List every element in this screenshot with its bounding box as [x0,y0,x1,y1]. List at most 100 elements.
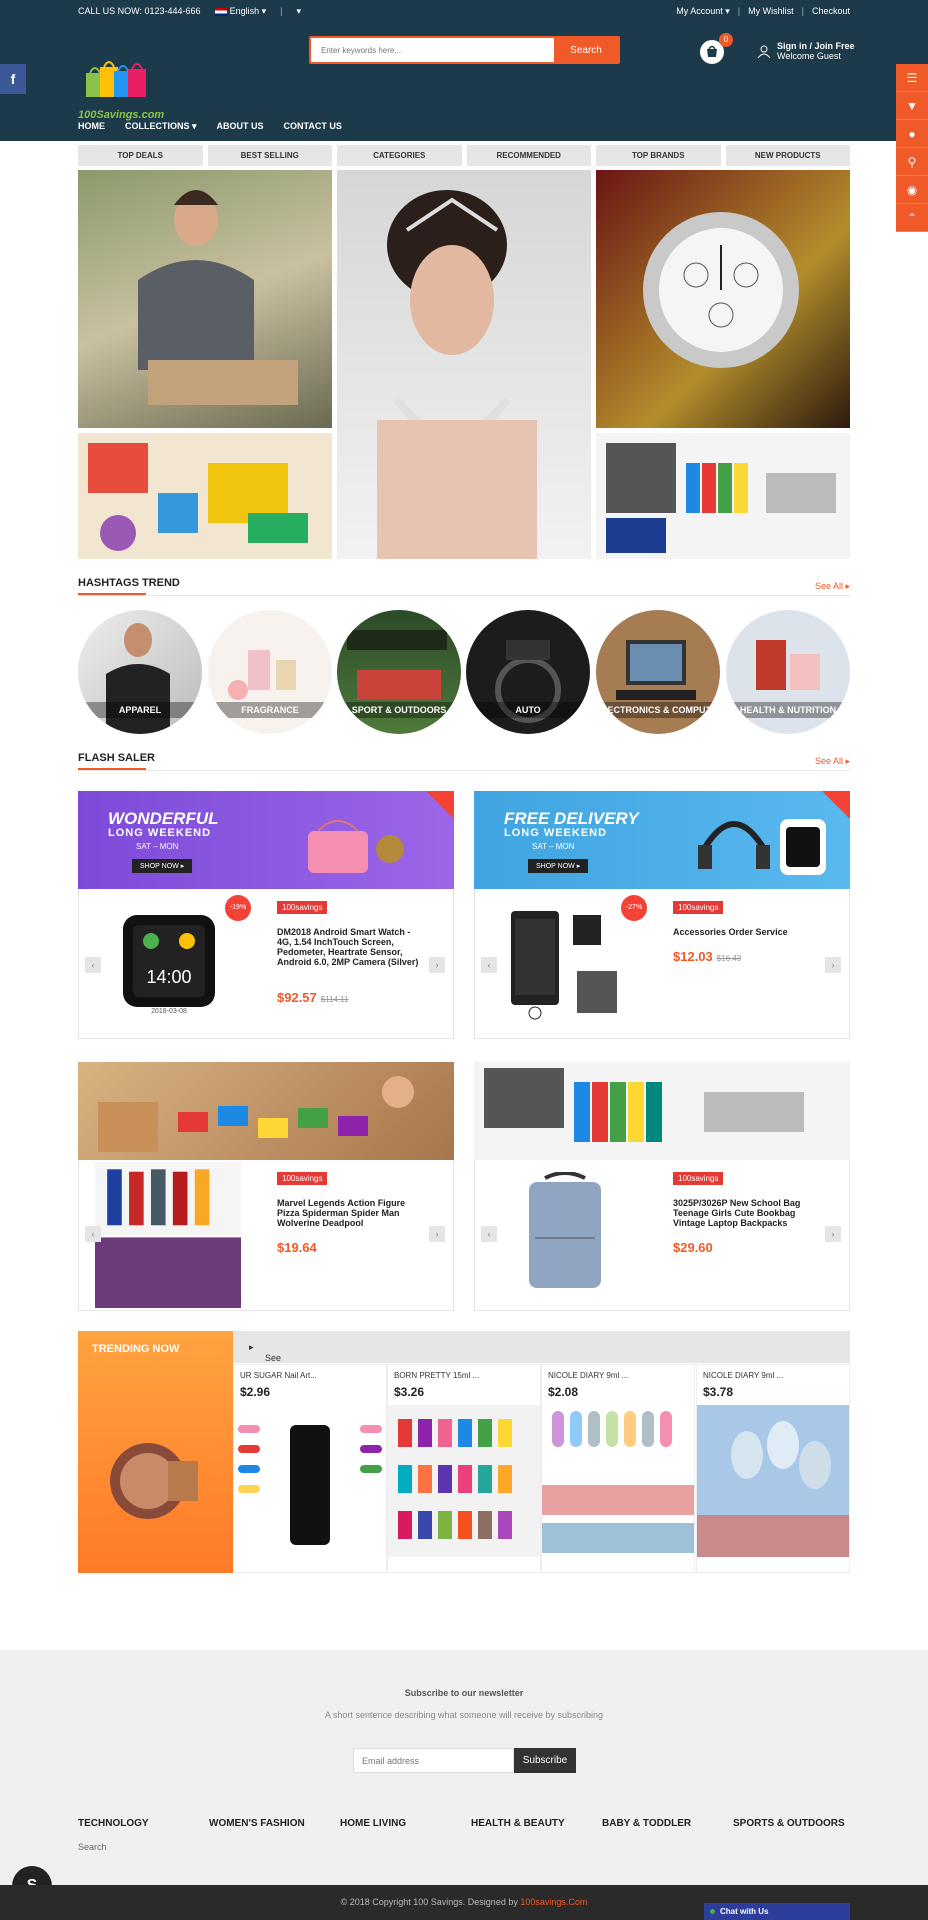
prev-arrow-icon[interactable]: ‹ [481,1226,497,1242]
user-icon[interactable]: ● [896,120,928,148]
phone-accessories-image [511,911,617,1020]
product-card-marvel[interactable]: 100savings Marvel Legends Action Figure … [78,1160,454,1311]
hashtag-label: APPAREL [78,702,202,718]
search-button[interactable]: Search [554,38,618,62]
trending-product-price: $2.96 [240,1385,271,1399]
hashtag-electronics-computers[interactable]: ELECTRONICS & COMPUTERS [596,610,720,734]
tab-top-brands[interactable]: TOP BRANDS [596,145,721,166]
tab-categories[interactable]: CATEGORIES [337,145,462,166]
subscribe-button[interactable]: Subscribe [514,1748,576,1773]
hashtag-health-nutrition[interactable]: HEALTH & NUTRITION [726,610,850,734]
product-card-smartwatch[interactable]: 14:00 2018-03-08 -19% 100savings DM2018 A… [78,889,454,1039]
nav-collections[interactable]: COLLECTIONS ▾ [125,121,197,132]
my-wishlist-link[interactable]: My Wishlist [748,6,794,17]
prev-arrow-icon[interactable]: ‹ [85,1226,101,1242]
product-price: $19.64 [277,1240,317,1255]
see-all-label: See All [814,581,843,591]
search-icon[interactable]: ⚲ [896,148,928,176]
banner-watches[interactable] [596,170,850,428]
trending-now-panel[interactable]: TRENDING NOW [78,1331,233,1573]
hashtags-see-all-link[interactable]: See All ▸ [815,581,850,592]
promo-office[interactable] [474,1062,850,1160]
currency-selector[interactable]: ▾ [296,6,301,17]
hashtag-label: ELECTRONICS & COMPUTERS [596,702,720,718]
product-name[interactable]: Accessories Order Service [673,927,823,937]
promo-title: WONDERFUL [108,809,219,828]
price-value: $92.57 [277,990,317,1005]
footer-col-womens-fashion[interactable]: WOMEN'S FASHION [209,1818,340,1829]
tab-recommended[interactable]: RECOMMENDED [466,145,591,166]
product-name[interactable]: DM2018 Android Smart Watch - 4G, 1.54 In… [277,927,427,967]
prev-arrow-icon[interactable]: ‹ [481,957,497,973]
next-arrow-icon[interactable]: › [825,1226,841,1242]
trending-product-card[interactable]: BORN PRETTY 15ml ... $3.26 [387,1364,541,1573]
banner-jewelry[interactable] [337,170,591,559]
cart-icon[interactable]: ▼ [896,92,928,120]
flash-badge-icon [426,791,454,819]
email-field[interactable] [353,1748,514,1773]
product-card-accessories[interactable]: -27% 100savings Accessories Order Servic… [474,889,850,1039]
next-arrow-icon[interactable]: › [429,1226,445,1242]
headphones-smartwatch-image [698,819,826,875]
product-card-backpack[interactable]: 100savings 3025P/3026P New School Bag Te… [474,1160,850,1311]
old-price: $16.43 [716,954,742,963]
shop-now-button[interactable]: SHOP NOW ▸ [528,859,589,873]
search-input[interactable] [311,38,554,62]
nav-about-us[interactable]: ABOUT US [217,121,264,132]
product-name[interactable]: 3025P/3026P New School Bag Teenage Girls… [673,1198,823,1228]
nav-contact-us[interactable]: CONTACT US [284,121,342,132]
trending-product-card[interactable]: NICOLE DIARY 9ml ... $3.78 [696,1364,850,1573]
trending-header-bar: See All ▸ [233,1331,850,1373]
footer-col-sports-outdoors[interactable]: SPORTS & OUTDOORS [733,1818,864,1829]
prev-arrow-icon[interactable]: ‹ [85,957,101,973]
flash-see-all-link[interactable]: See All ▸ [815,756,850,767]
product-name[interactable]: Marvel Legends Action Figure Pizza Spide… [277,1198,427,1228]
footer-col-health-beauty[interactable]: HEALTH & BEAUTY [471,1818,602,1829]
hashtag-apparel[interactable]: APPAREL [78,610,202,734]
promo-toys[interactable] [78,1062,454,1160]
main-nav: HOME COLLECTIONS ▾ ABOUT US CONTACT US [78,121,342,132]
promo-wonderful-weekend[interactable]: WONDERFUL LONG WEEKEND SAT – MON SHOP NO… [78,791,454,889]
promo-free-delivery[interactable]: FREE DELIVERY LONG WEEKEND SAT – MON SHO… [474,791,850,889]
tab-best-selling[interactable]: BEST SELLING [207,145,332,166]
shop-now-button[interactable]: SHOP NOW ▸ [132,859,193,873]
hashtag-sport-outdoors[interactable]: SPORT & OUTDOORS [337,610,461,734]
footer-search-link[interactable]: Search [78,1842,107,1852]
divider [78,595,850,596]
banner-menswear[interactable] [78,170,332,428]
my-account-link[interactable]: My Account ▾ [676,6,730,17]
banner-toys[interactable] [78,433,332,559]
site-logo[interactable]: 100Savings.com [78,59,168,123]
hashtag-fragrance[interactable]: FRAGRANCE [208,610,332,734]
checkout-link[interactable]: Checkout [812,6,850,17]
chat-with-us-button[interactable]: Chat with Us [704,1903,850,1920]
account-area[interactable]: Sign in / Join Free Welcome Guest [777,41,855,61]
eye-icon[interactable]: ◉ [896,176,928,204]
designer-link[interactable]: 100savings.Com [520,1897,587,1907]
banner-office[interactable] [596,433,850,559]
footer-col-technology[interactable]: TECHNOLOGY [78,1818,209,1829]
tab-top-deals[interactable]: TOP DEALS [78,145,203,166]
trending-see-all-link[interactable]: See All ▸ [249,1342,281,1373]
footer-col-home-living[interactable]: HOME LIVING [340,1818,471,1829]
trending-product-card[interactable]: NICOLE DIARY 9ml ... $2.08 [541,1364,695,1573]
facebook-button[interactable]: f [0,64,26,94]
promo-subtitle: LONG WEEKEND [108,827,212,839]
trending-product-card[interactable]: UR SUGAR Nail Art... $2.96 [233,1364,387,1573]
scroll-top-icon[interactable]: ⌃ [896,204,928,232]
footer-col-baby-toddler[interactable]: BABY & TODDLER [602,1818,733,1829]
next-arrow-icon[interactable]: › [825,957,841,973]
jewelry-model-image [377,190,537,559]
price-value: $19.64 [277,1240,317,1255]
nav-home[interactable]: HOME [78,121,105,132]
man-sitting-image [138,190,298,405]
top-bar: CALL US NOW: 0123-444-666 English ▾ | ▾ … [0,0,928,23]
hashtag-auto[interactable]: AUTO [466,610,590,734]
language-selector[interactable]: English ▾ [214,6,266,17]
divider: | [737,6,741,16]
menu-icon[interactable]: ☰ [896,64,928,92]
trending-product-price: $3.26 [394,1385,425,1399]
tab-new-products[interactable]: NEW PRODUCTS [725,145,850,166]
next-arrow-icon[interactable]: › [429,957,445,973]
sign-in-link[interactable]: Sign in / Join Free [777,41,855,51]
